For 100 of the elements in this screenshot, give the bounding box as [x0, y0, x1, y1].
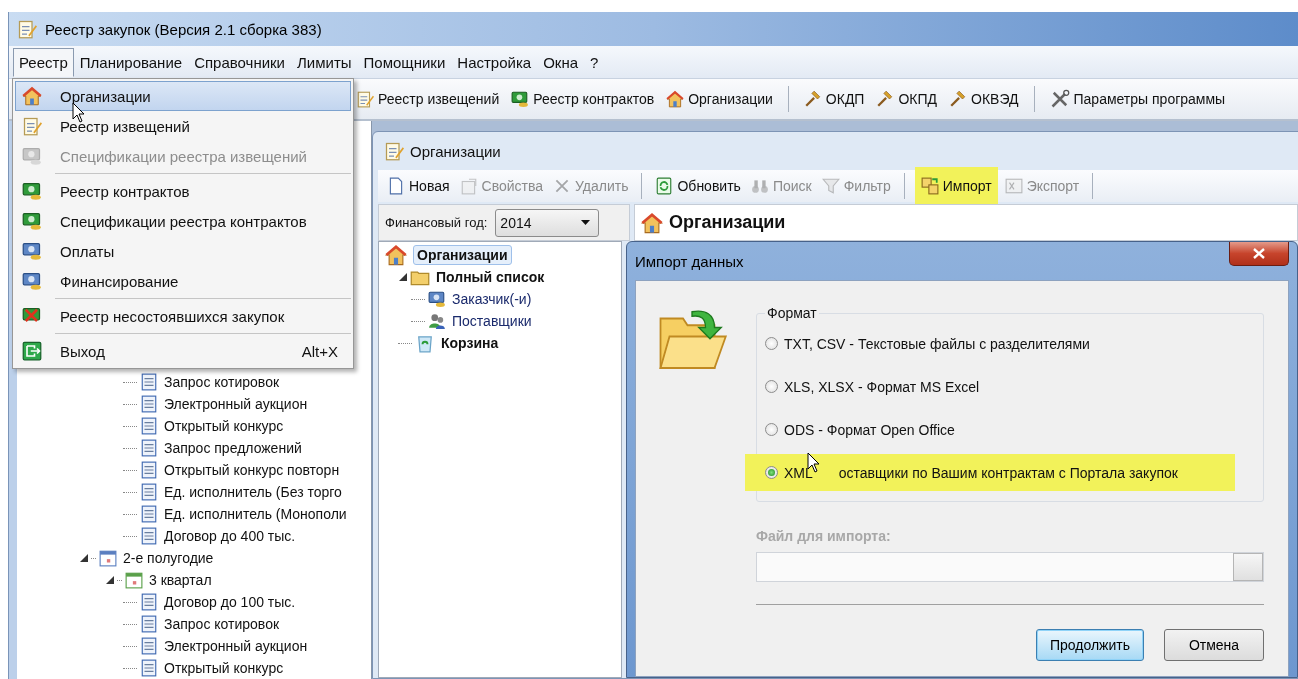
house-icon [22, 86, 42, 106]
house-icon [666, 90, 685, 108]
export-icon [1004, 177, 1023, 195]
radio-option[interactable]: TXT, CSV - Текстовые файлы с разделителями [765, 325, 1263, 362]
menu-item[interactable]: Справочники [188, 47, 291, 77]
file-input-field[interactable] [756, 552, 1264, 582]
dialog-button[interactable]: Продолжить [1036, 629, 1144, 661]
toolbar-button[interactable]: ОКВЭД [946, 87, 1022, 111]
expander-icon[interactable] [79, 553, 89, 563]
radio-button[interactable] [765, 380, 778, 393]
users-icon [428, 312, 446, 330]
menu-item[interactable]: Настройка [451, 47, 538, 77]
menu-item[interactable]: Лимиты [291, 47, 358, 77]
menu-item[interactable]: Окна [537, 47, 584, 77]
radio-option[interactable]: XLS, XLSX - Формат MS Excel [765, 368, 1263, 405]
money-icon [22, 146, 42, 166]
menu-item[interactable]: Помощники [357, 47, 452, 77]
tree-item[interactable]: Открытый конкурс [164, 660, 284, 676]
tree-item[interactable]: Ед. исполнитель (Монополи [164, 506, 347, 522]
tree-item[interactable]: Заказчик(-и) [452, 291, 532, 307]
tree-item[interactable]: Электронный аукцион [164, 638, 308, 654]
document-icon [387, 177, 405, 195]
menu-item[interactable]: Выход Alt+X [15, 336, 351, 366]
toolbar-button[interactable]: Реестр контрактов [508, 87, 658, 111]
list-icon [140, 439, 158, 457]
list-icon [140, 615, 158, 633]
tree-item[interactable]: 3 квартал [149, 572, 212, 588]
toolbar-button[interactable]: Параметры программы [1046, 86, 1229, 112]
browse-button[interactable] [1233, 553, 1263, 581]
tree-item[interactable]: Полный список [436, 269, 545, 285]
tree-item[interactable]: Открытый конкурс повторн [164, 462, 340, 478]
close-button[interactable] [1229, 242, 1289, 266]
money-icon [511, 90, 530, 108]
tree-item[interactable]: Запрос котировок [164, 374, 280, 390]
menu-item[interactable]: Реестр контрактов [15, 176, 351, 206]
menu-item[interactable]: Реестр [13, 47, 74, 77]
list-icon [140, 527, 158, 545]
dialog-title: Импорт данных [635, 252, 744, 270]
funnel-icon [821, 177, 840, 195]
tree-item[interactable]: Запрос котировок [164, 616, 280, 632]
tree-item[interactable]: Договор до 400 тыс. [164, 528, 296, 544]
notepad-icon [384, 141, 404, 161]
toolbar-button[interactable]: ОКДП [800, 87, 868, 111]
money-icon [22, 271, 42, 291]
menu-item[interactable]: Финансирование [15, 266, 351, 296]
tree-item[interactable]: Поставщики [452, 313, 532, 329]
expander-icon[interactable] [398, 272, 408, 282]
tools-icon [1049, 89, 1070, 109]
radio-button[interactable] [765, 423, 778, 436]
notepad-icon [356, 90, 374, 108]
list-icon [140, 637, 158, 655]
list-icon [140, 483, 158, 501]
menu-item[interactable]: Организации [15, 81, 351, 111]
menu-item[interactable]: ? [584, 47, 605, 77]
radio-option[interactable]: ODS - Формат Open Office [765, 411, 1263, 448]
hammer-icon [876, 90, 895, 108]
year-dropdown[interactable]: 2014 [495, 208, 600, 237]
calendar-icon [99, 549, 117, 567]
menu-item[interactable]: Планирование [73, 47, 189, 77]
toolbar-button[interactable]: Импорт [914, 167, 998, 205]
menu-item[interactable]: Реестр несостоявшихся закупок [15, 301, 351, 331]
close-icon [1253, 248, 1265, 259]
menu-item[interactable]: Реестр извещений [15, 111, 351, 141]
radio-button[interactable] [765, 337, 778, 350]
tree-item[interactable]: Организации [413, 245, 512, 265]
money-icon [428, 290, 446, 308]
list-icon [140, 417, 158, 435]
dialog-button[interactable]: Отмена [1164, 629, 1264, 661]
menu-item[interactable]: Оплаты [15, 236, 351, 266]
tree-item[interactable]: Корзина [441, 335, 499, 351]
expander-icon[interactable] [105, 575, 115, 585]
tree-item[interactable]: Открытый конкурс [164, 418, 284, 434]
list-icon [140, 373, 158, 391]
child-window-title: Организации [410, 142, 501, 160]
field-label: Файл для импорта: [756, 528, 892, 544]
radio-button[interactable] [765, 466, 778, 479]
list-icon [140, 593, 158, 611]
money-icon [22, 241, 42, 261]
hammer-icon [949, 90, 968, 108]
properties-icon [459, 177, 478, 195]
list-icon [140, 505, 158, 523]
tree-item[interactable]: Ед. исполнитель (Без торго [164, 484, 342, 500]
notepad-icon [22, 116, 42, 136]
toolbar-button[interactable]: Организации [663, 87, 776, 111]
caret-icon [581, 220, 591, 225]
calendar-icon [125, 571, 143, 589]
toolbar-button[interactable]: ОКПД [873, 87, 941, 111]
tree-item[interactable]: Запрос предложений [164, 440, 302, 456]
tree-item[interactable]: 2-е полугодие [123, 550, 214, 566]
panel-heading: Организации [669, 212, 786, 233]
tree-item[interactable]: Электронный аукцион [164, 396, 308, 412]
year-label: Финансовый год: [385, 215, 488, 230]
refresh-icon [655, 177, 674, 195]
tree-item[interactable]: Договор до 100 тыс. [164, 594, 296, 610]
import-icon [920, 177, 939, 195]
toolbar-button[interactable]: Новая [384, 174, 453, 198]
notepad-icon [17, 19, 37, 39]
toolbar-button[interactable]: Обновить [652, 174, 744, 198]
radio-option[interactable]: XML оставщики по Вашим контрактам с Портала закупок [745, 454, 1235, 491]
menu-item[interactable]: Спецификации реестра контрактов [15, 206, 351, 236]
